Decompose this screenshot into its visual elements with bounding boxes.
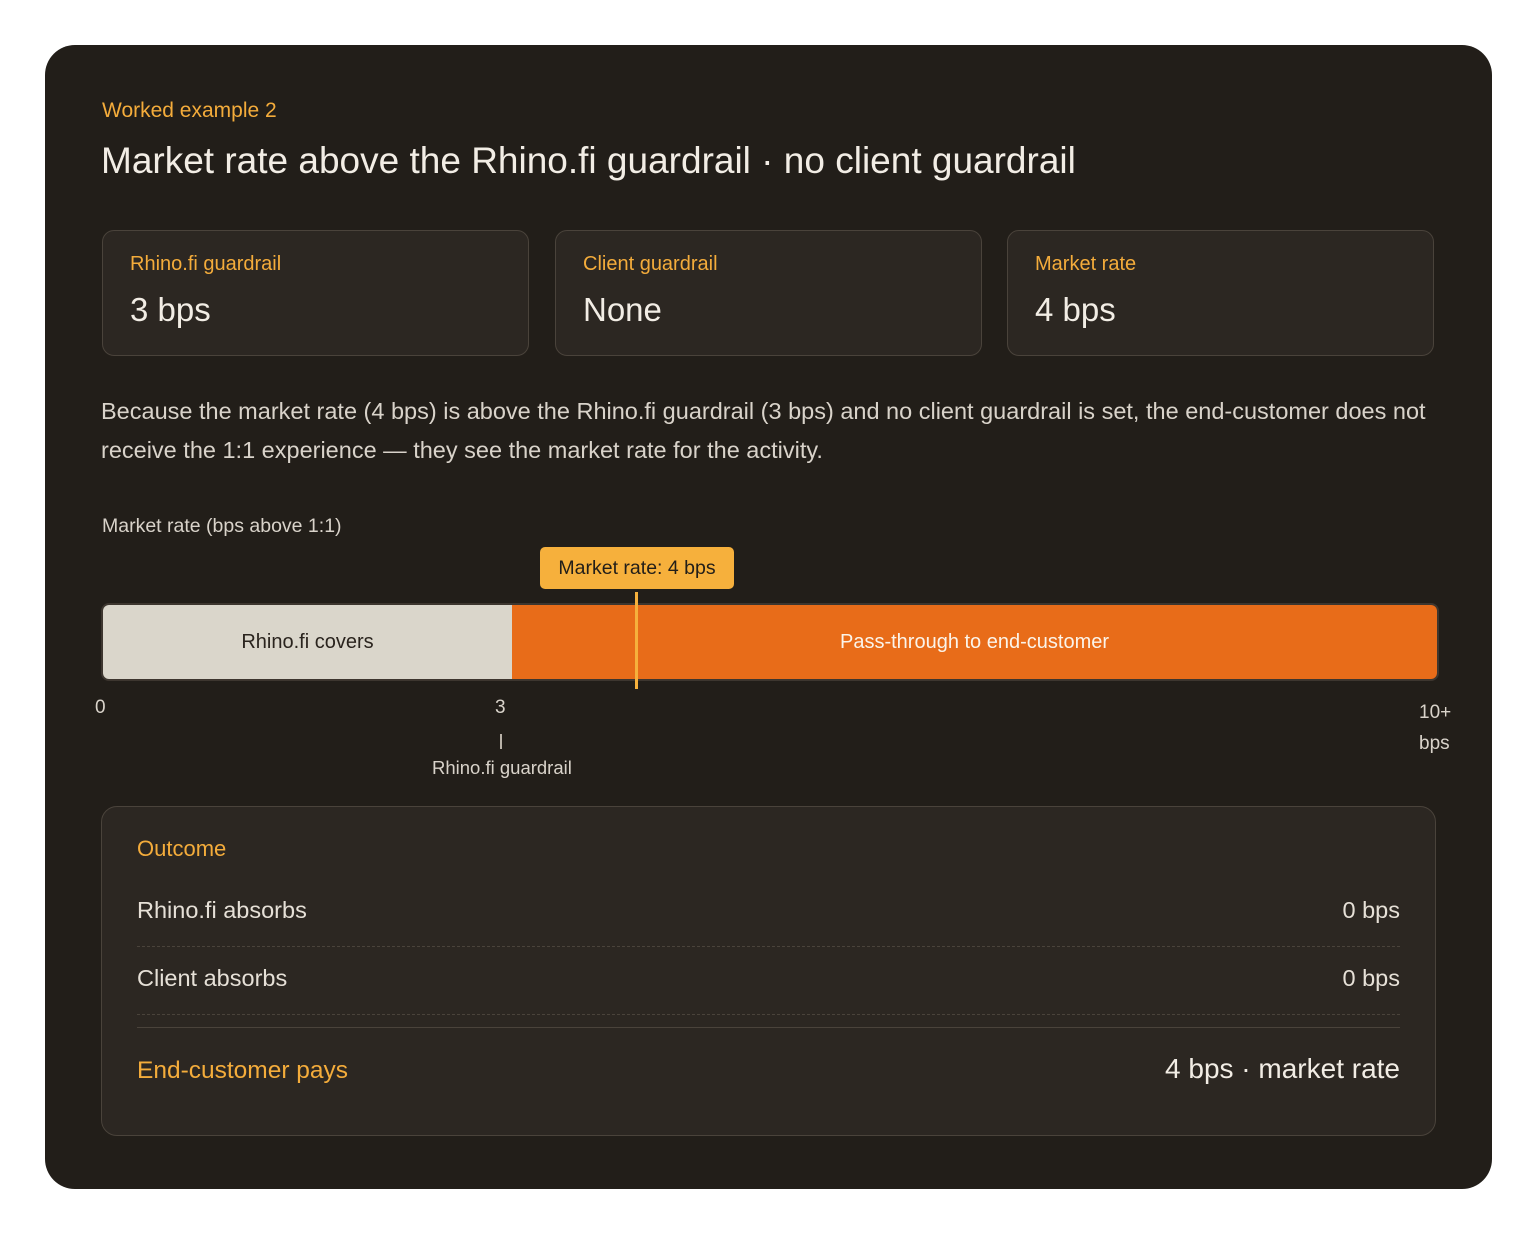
end-customer-pays-label: End-customer pays: [137, 1057, 349, 1084]
guardrail-tick-mark: [500, 734, 502, 749]
outcome-row-label: Rhino.fi absorbs: [137, 897, 307, 923]
segment-pass-through: Pass-through to end-customer: [512, 605, 1437, 679]
tick-label-zero: 0: [95, 697, 106, 718]
tick-max-value: 10+: [1419, 702, 1452, 723]
stat-label: Client guardrail: [583, 253, 718, 275]
tick-unit: bps: [1419, 733, 1450, 754]
guardrail-label: Rhino.fi guardrail: [432, 757, 572, 778]
end-customer-pays-value: 4 bps · market rate: [1165, 1053, 1400, 1084]
outcome-row-value: 0 bps: [1342, 897, 1401, 923]
outcome-panel: Outcome Rhino.fi absorbs 0 bps Client ab…: [101, 806, 1436, 1136]
row-divider: [137, 946, 1400, 947]
outcome-row-value: 0 bps: [1342, 965, 1401, 991]
bar-caption: Market rate (bps above 1:1): [102, 515, 342, 537]
total-divider: [137, 1027, 1400, 1028]
explanation-paragraph: Because the market rate (4 bps) is above…: [101, 398, 1426, 463]
stat-label: Rhino.fi guardrail: [130, 253, 282, 275]
stat-card-client-guardrail: Client guardrail None: [555, 230, 982, 356]
stat-card-market-rate: Market rate 4 bps: [1007, 230, 1434, 356]
rate-bar: Rhino.fi covers Pass-through to end-cust…: [101, 603, 1439, 681]
tick-label-max: 10+ bps: [1419, 697, 1451, 759]
segment-rhino-covers: Rhino.fi covers: [103, 605, 512, 679]
eyebrow-label: Worked example 2: [102, 99, 277, 122]
tick-label-guardrail: 3: [495, 697, 506, 718]
stat-value: 3 bps: [130, 291, 211, 328]
row-divider: [137, 1014, 1400, 1015]
market-rate-marker-line: [635, 592, 638, 689]
stat-card-rhino-guardrail: Rhino.fi guardrail 3 bps: [102, 230, 529, 356]
stat-label: Market rate: [1035, 253, 1137, 275]
outcome-title: Outcome: [137, 836, 227, 861]
outcome-row-label: Client absorbs: [137, 965, 288, 991]
stat-value: None: [583, 291, 662, 328]
market-rate-marker-badge: Market rate: 4 bps: [540, 547, 734, 589]
stat-value: 4 bps: [1035, 291, 1116, 328]
page-title: Market rate above the Rhino.fi guardrail…: [101, 140, 1076, 181]
